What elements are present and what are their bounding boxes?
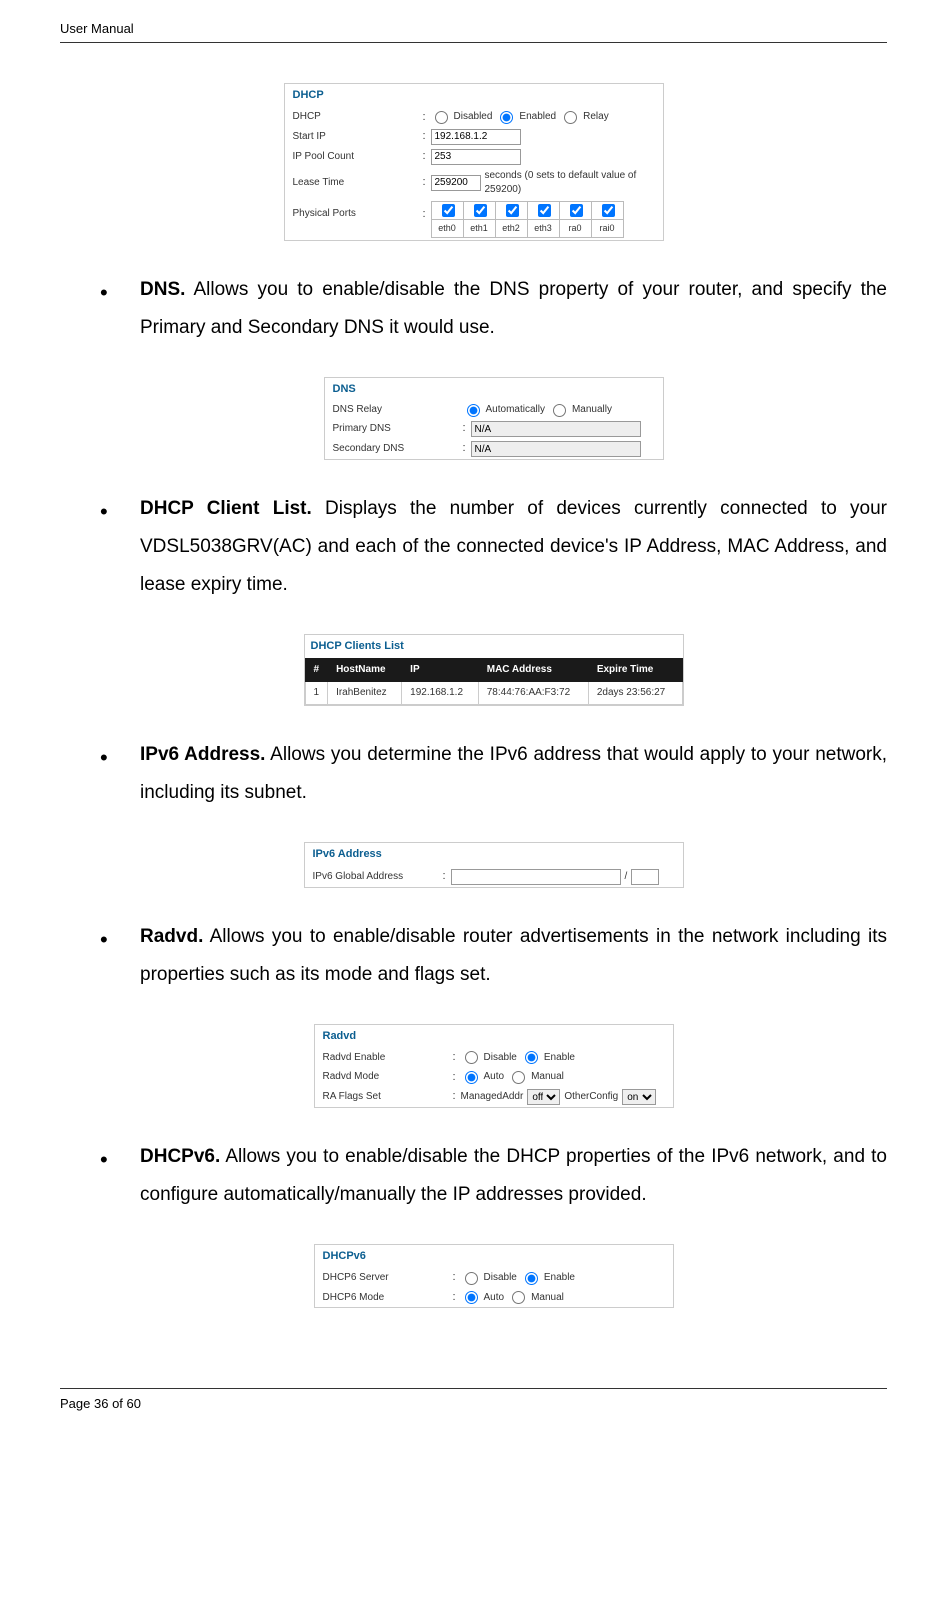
radvd-flags-label: RA Flags Set — [323, 1090, 453, 1104]
radvd-other-select[interactable]: on — [622, 1089, 656, 1105]
dhcp-radio-relay[interactable] — [564, 111, 577, 124]
dhcpv6-manual-radio[interactable] — [512, 1291, 525, 1304]
dhcpv6-enable-radio[interactable] — [525, 1272, 538, 1285]
dhcpv6-group-title: DHCPv6 — [315, 1245, 673, 1268]
footer-page-label: Page — [60, 1396, 94, 1411]
radvd-lead: Radvd. — [140, 926, 203, 947]
dns-relay-auto-radio[interactable] — [467, 404, 480, 417]
pool-input[interactable] — [431, 149, 521, 165]
radvd-mode-label: Radvd Mode — [323, 1070, 453, 1084]
radvd-text: Allows you to enable/disable router adve… — [140, 926, 887, 985]
dns-text: Allows you to enable/disable the DNS pro… — [140, 279, 887, 338]
figure-radvd: Radvd Radvd Enable : Disable Enable Radv… — [314, 1024, 674, 1108]
bullet-dns: DNS. Allows you to enable/disable the DN… — [100, 271, 887, 347]
dns-lead: DNS. — [140, 279, 185, 300]
clients-title: DHCP Clients List — [305, 635, 683, 658]
bullet-dhcp-client: DHCP Client List. Displays the number of… — [100, 490, 887, 604]
clients-table: # HostName IP MAC Address Expire Time 1 … — [305, 658, 683, 705]
lease-label: Lease Time — [293, 176, 423, 190]
radvd-manual-radio[interactable] — [512, 1071, 525, 1084]
secondary-dns-input[interactable] — [471, 441, 641, 457]
dhcpv6-text: Allows you to enable/disable the DHCP pr… — [140, 1146, 887, 1205]
figure-ipv6: IPv6 Address IPv6 Global Address : / — [304, 842, 684, 887]
dhcpv6-disable-radio[interactable] — [465, 1272, 478, 1285]
pool-label: IP Pool Count — [293, 150, 423, 164]
footer-page-of: of 60 — [108, 1396, 141, 1411]
radvd-enable-radio[interactable] — [525, 1051, 538, 1064]
page-header: User Manual — [60, 20, 887, 43]
dhcp-radio-disabled[interactable] — [435, 111, 448, 124]
port-eth2-checkbox[interactable] — [506, 204, 519, 217]
primary-dns-input[interactable] — [471, 421, 641, 437]
page-footer: Page 36 of 60 — [60, 1388, 887, 1413]
dns-group-title: DNS — [325, 378, 663, 401]
radvd-managed-select[interactable]: off — [527, 1089, 560, 1105]
ipv6-group-title: IPv6 Address — [305, 843, 683, 866]
table-row: 1 IrahBenitez 192.168.1.2 78:44:76:AA:F3… — [305, 682, 682, 705]
ports-label: Physical Ports — [293, 201, 423, 221]
ipv6-addr-input[interactable] — [451, 869, 621, 885]
port-rai0-checkbox[interactable] — [602, 204, 615, 217]
dhcp-group-title: DHCP — [285, 84, 663, 107]
start-ip-input[interactable] — [431, 129, 521, 145]
figure-dns: DNS DNS Relay Automatically Manually Pri… — [324, 377, 664, 460]
ports-table: eth0 eth1 eth2 eth3 ra0 rai0 — [431, 201, 624, 238]
port-ra0-checkbox[interactable] — [570, 204, 583, 217]
primary-dns-label: Primary DNS — [333, 422, 463, 436]
radvd-disable-radio[interactable] — [465, 1051, 478, 1064]
dhcpv6-auto-radio[interactable] — [465, 1291, 478, 1304]
dns-relay-manual-radio[interactable] — [553, 404, 566, 417]
bullet-dhcpv6: DHCPv6. Allows you to enable/disable the… — [100, 1138, 887, 1214]
dhcp-label: DHCP — [293, 110, 423, 124]
dhcp-radio-enabled[interactable] — [500, 111, 513, 124]
radvd-auto-radio[interactable] — [465, 1071, 478, 1084]
lease-input[interactable] — [431, 175, 481, 191]
port-eth3-checkbox[interactable] — [538, 204, 551, 217]
port-eth1-checkbox[interactable] — [474, 204, 487, 217]
dns-relay-label: DNS Relay — [333, 403, 463, 417]
radvd-enable-label: Radvd Enable — [323, 1051, 453, 1065]
port-eth0-checkbox[interactable] — [442, 204, 455, 217]
dhcp-client-lead: DHCP Client List. — [140, 498, 312, 519]
ipv6-global-label: IPv6 Global Address — [313, 870, 443, 884]
ipv6-lead: IPv6 Address. — [140, 744, 265, 765]
header-title: User Manual — [60, 21, 134, 36]
dhcpv6-mode-label: DHCP6 Mode — [323, 1291, 453, 1305]
bullet-radvd: Radvd. Allows you to enable/disable rout… — [100, 918, 887, 994]
ipv6-subnet-input[interactable] — [631, 869, 659, 885]
secondary-dns-label: Secondary DNS — [333, 442, 463, 456]
start-ip-label: Start IP — [293, 130, 423, 144]
dhcpv6-server-label: DHCP6 Server — [323, 1271, 453, 1285]
figure-dhcp: DHCP DHCP : Disabled Enabled Relay Start… — [284, 83, 664, 241]
figure-dhcpv6: DHCPv6 DHCP6 Server : Disable Enable DHC… — [314, 1244, 674, 1308]
footer-page-now: 36 — [94, 1396, 108, 1411]
bullet-ipv6: IPv6 Address. Allows you determine the I… — [100, 736, 887, 812]
figure-dhcp-clients: DHCP Clients List # HostName IP MAC Addr… — [304, 634, 684, 706]
radvd-group-title: Radvd — [315, 1025, 673, 1048]
lease-hint: seconds (0 sets to default value of 2592… — [485, 169, 655, 197]
dhcpv6-lead: DHCPv6. — [140, 1146, 220, 1167]
